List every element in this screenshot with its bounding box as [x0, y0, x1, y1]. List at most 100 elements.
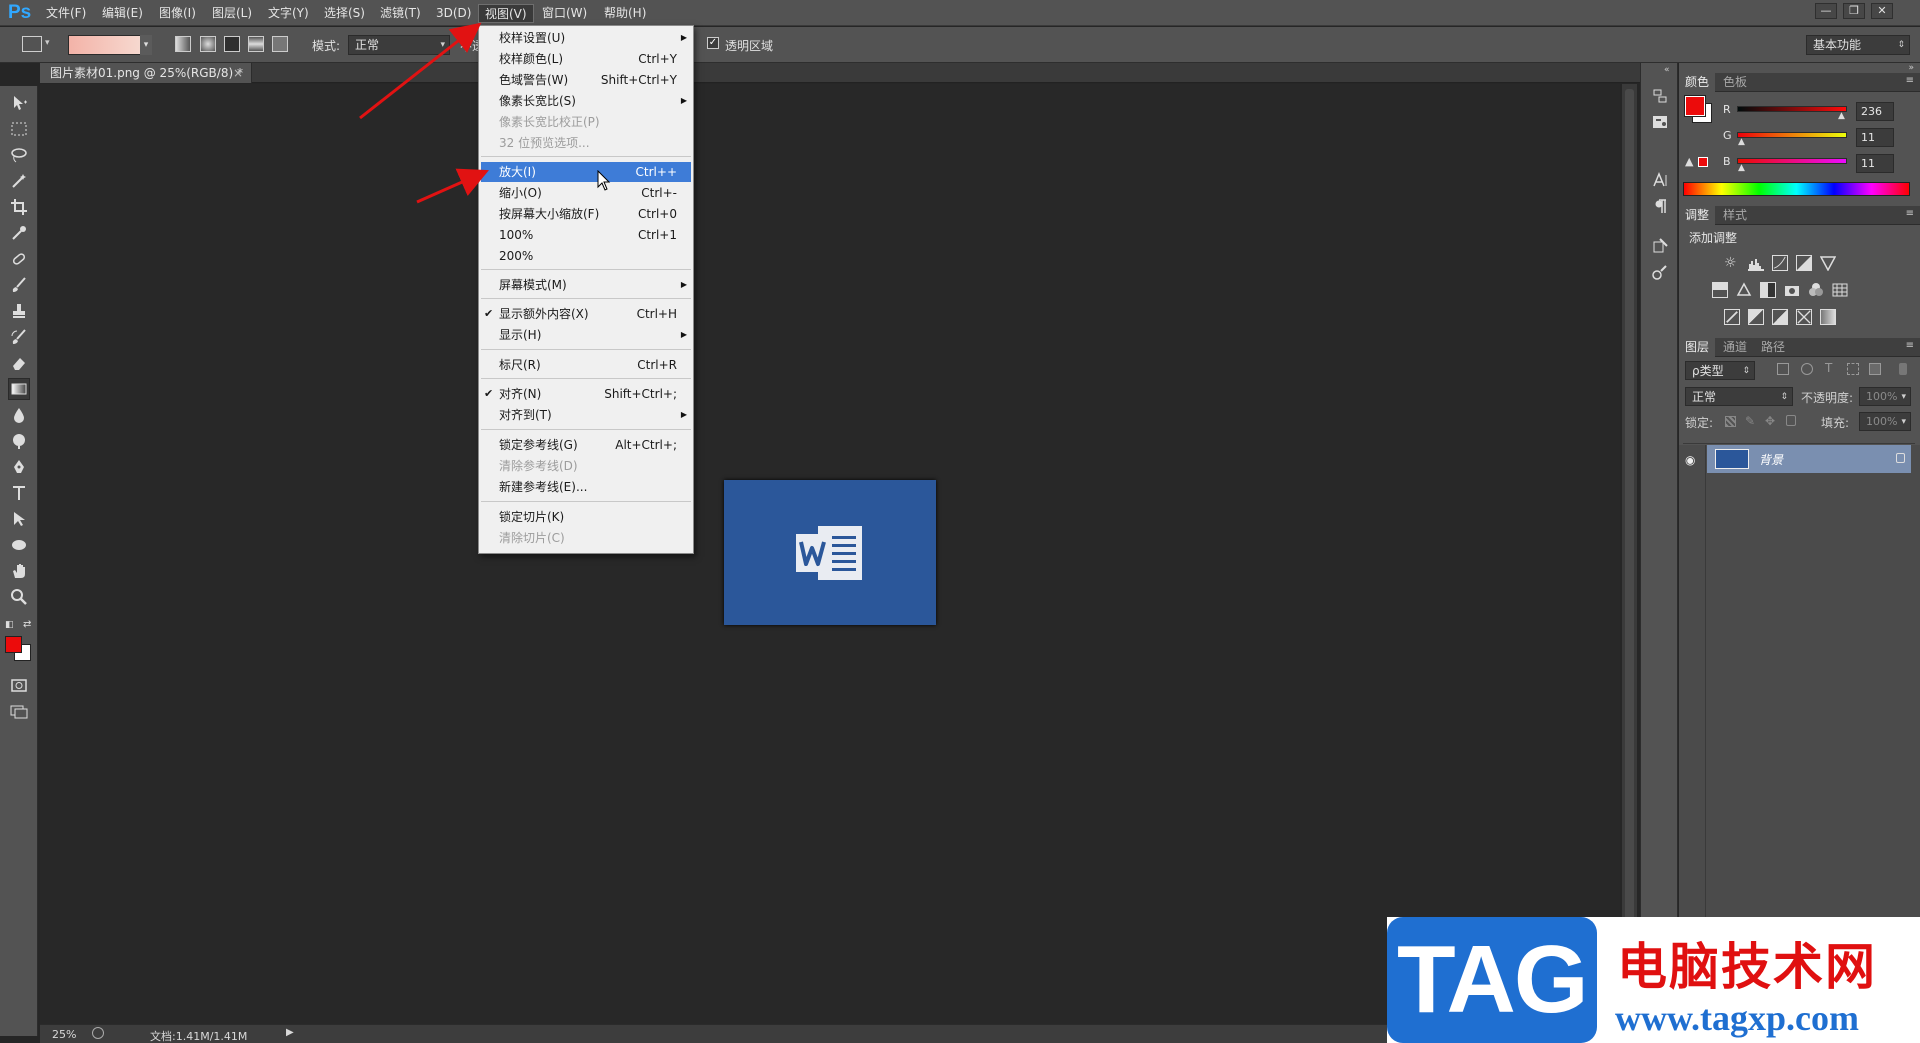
tab-paths[interactable]: 路径 — [1755, 338, 1791, 357]
diamond-gradient-icon[interactable] — [272, 36, 288, 52]
filter-adjustment-icon[interactable] — [1801, 363, 1813, 375]
tab-styles[interactable]: 样式 — [1717, 206, 1753, 225]
angle-gradient-icon[interactable] — [224, 36, 240, 52]
crop-tool-icon[interactable] — [8, 196, 30, 218]
lock-image-icon[interactable]: ✎ — [1745, 414, 1755, 428]
status-info-icon[interactable] — [92, 1027, 104, 1039]
close-tab-icon[interactable]: × — [233, 63, 243, 83]
document-image[interactable] — [724, 480, 936, 625]
menu-item-zoom-out[interactable]: 缩小(O) Ctrl+- — [481, 183, 691, 203]
quick-mask-icon[interactable] — [8, 674, 30, 696]
paragraph-icon[interactable] — [1651, 197, 1669, 215]
clone-source-icon[interactable] — [1651, 263, 1669, 281]
history-icon[interactable] — [1651, 87, 1669, 105]
menu-item-rulers[interactable]: 标尺(R) Ctrl+R — [481, 355, 691, 375]
tool-preset-icon[interactable] — [22, 36, 42, 52]
menu-image[interactable]: 图像(I) — [153, 4, 202, 23]
screen-mode-icon[interactable] — [8, 700, 30, 722]
vibrance-icon[interactable] — [1819, 255, 1837, 272]
reflected-gradient-icon[interactable] — [248, 36, 264, 52]
curves-icon[interactable] — [1772, 255, 1788, 271]
selective-color-icon[interactable] — [1796, 309, 1812, 325]
foreground-color-swatch[interactable] — [5, 636, 22, 653]
menu-item-100-percent[interactable]: 100% Ctrl+1 — [481, 225, 691, 245]
eraser-tool-icon[interactable] — [8, 352, 30, 374]
b-slider[interactable] — [1737, 158, 1847, 164]
photo-filter-icon[interactable] — [1784, 282, 1800, 298]
color-ramp[interactable] — [1683, 182, 1910, 196]
brightness-icon[interactable]: ☼ — [1724, 255, 1740, 271]
color-panel-foreground-swatch[interactable] — [1684, 95, 1706, 117]
menu-item-screen-mode[interactable]: 屏幕模式(M) ▶ — [481, 275, 691, 295]
exposure-icon[interactable] — [1796, 255, 1812, 271]
filter-toggle-icon[interactable] — [1899, 363, 1907, 375]
collapse-panels-icon[interactable]: » — [1908, 63, 1914, 73]
layer-visibility-eye-icon[interactable]: ◉ — [1685, 453, 1695, 467]
web-safe-color-icon[interactable] — [1698, 157, 1708, 167]
type-tool-icon[interactable] — [8, 482, 30, 504]
b-slider-thumb[interactable]: ▲ — [1738, 163, 1745, 173]
brush-tool-icon[interactable] — [8, 274, 30, 296]
document-tab[interactable]: 图片素材01.png @ 25%(RGB/8) * × — [40, 63, 252, 83]
menu-item-200-percent[interactable]: 200% — [481, 246, 691, 266]
dodge-tool-icon[interactable] — [8, 430, 30, 452]
layer-name[interactable]: 背景 — [1759, 451, 1783, 468]
g-input[interactable]: 11 — [1856, 128, 1894, 147]
filter-pixel-icon[interactable] — [1777, 363, 1789, 375]
r-slider[interactable] — [1737, 106, 1847, 112]
chevron-down-icon[interactable]: ▾ — [45, 38, 50, 48]
magic-wand-tool-icon[interactable] — [8, 170, 30, 192]
r-slider-thumb[interactable]: ▲ — [1838, 111, 1845, 121]
lasso-tool-icon[interactable] — [8, 144, 30, 166]
blend-mode-select[interactable]: 正常 ⇕ — [1685, 387, 1793, 406]
transparency-checkbox[interactable]: ✓ — [707, 37, 719, 49]
zoom-tool-icon[interactable] — [8, 586, 30, 608]
g-slider[interactable] — [1737, 132, 1847, 138]
menu-item-extras[interactable]: ✔ 显示额外内容(X) Ctrl+H — [481, 304, 691, 324]
menu-item-lock-slices[interactable]: 锁定切片(K) — [481, 507, 691, 527]
tab-layers[interactable]: 图层 — [1679, 338, 1716, 357]
tool-presets-icon[interactable] — [1651, 237, 1669, 255]
filter-shape-icon[interactable] — [1847, 363, 1859, 375]
path-selection-tool-icon[interactable] — [8, 508, 30, 530]
collapse-dock-icon[interactable]: « — [1664, 65, 1670, 75]
menu-item-show[interactable]: 显示(H) ▶ — [481, 325, 691, 345]
tab-channels[interactable]: 通道 — [1717, 338, 1753, 357]
pen-tool-icon[interactable] — [8, 456, 30, 478]
hand-tool-icon[interactable] — [8, 560, 30, 582]
ellipse-tool-icon[interactable] — [8, 534, 30, 556]
menu-item-proof-colors[interactable]: 校样颜色(L) Ctrl+Y — [481, 49, 691, 69]
layer-fill-input[interactable]: 100% ▾ — [1859, 412, 1911, 431]
healing-brush-tool-icon[interactable] — [8, 248, 30, 270]
menu-item-proof-setup[interactable]: 校样设置(U) ▶ — [481, 28, 691, 48]
black-white-icon[interactable] — [1760, 282, 1776, 298]
close-button[interactable]: ✕ — [1871, 3, 1893, 19]
menu-item-zoom-in[interactable]: 放大(I) Ctrl++ — [481, 162, 691, 182]
menu-item-snap[interactable]: ✔ 对齐(N) Shift+Ctrl+; — [481, 384, 691, 404]
levels-icon[interactable] — [1748, 255, 1764, 271]
posterize-icon[interactable] — [1748, 309, 1764, 325]
menu-item-fit-on-screen[interactable]: 按屏幕大小缩放(F) Ctrl+0 — [481, 204, 691, 224]
panel-menu-icon[interactable]: ≡ — [1906, 75, 1914, 86]
invert-icon[interactable] — [1724, 309, 1740, 325]
swap-colors-icon[interactable]: ⇄ — [23, 619, 31, 630]
vertical-scrollbar[interactable] — [1622, 84, 1637, 1024]
minimize-button[interactable]: — — [1815, 3, 1837, 19]
zoom-level[interactable]: 25% — [52, 1028, 76, 1041]
color-lookup-icon[interactable] — [1832, 282, 1848, 298]
filter-type-icon[interactable]: T — [1825, 361, 1832, 375]
clone-stamp-tool-icon[interactable] — [8, 300, 30, 322]
menu-edit[interactable]: 编辑(E) — [96, 4, 149, 23]
properties-icon[interactable] — [1651, 113, 1669, 131]
default-colors-icon[interactable]: ◧ — [5, 620, 14, 630]
threshold-icon[interactable] — [1772, 309, 1788, 325]
filter-smart-object-icon[interactable] — [1869, 363, 1881, 375]
character-icon[interactable] — [1651, 171, 1669, 189]
channel-mixer-icon[interactable] — [1808, 282, 1824, 298]
tab-swatches[interactable]: 色板 — [1717, 73, 1753, 92]
gradient-map-icon[interactable] — [1820, 309, 1836, 325]
radial-gradient-icon[interactable] — [200, 36, 216, 52]
panel-menu-icon[interactable]: ≡ — [1906, 340, 1914, 351]
blur-tool-icon[interactable] — [8, 404, 30, 426]
menu-item-pixel-aspect-ratio[interactable]: 像素长宽比(S) ▶ — [481, 91, 691, 111]
